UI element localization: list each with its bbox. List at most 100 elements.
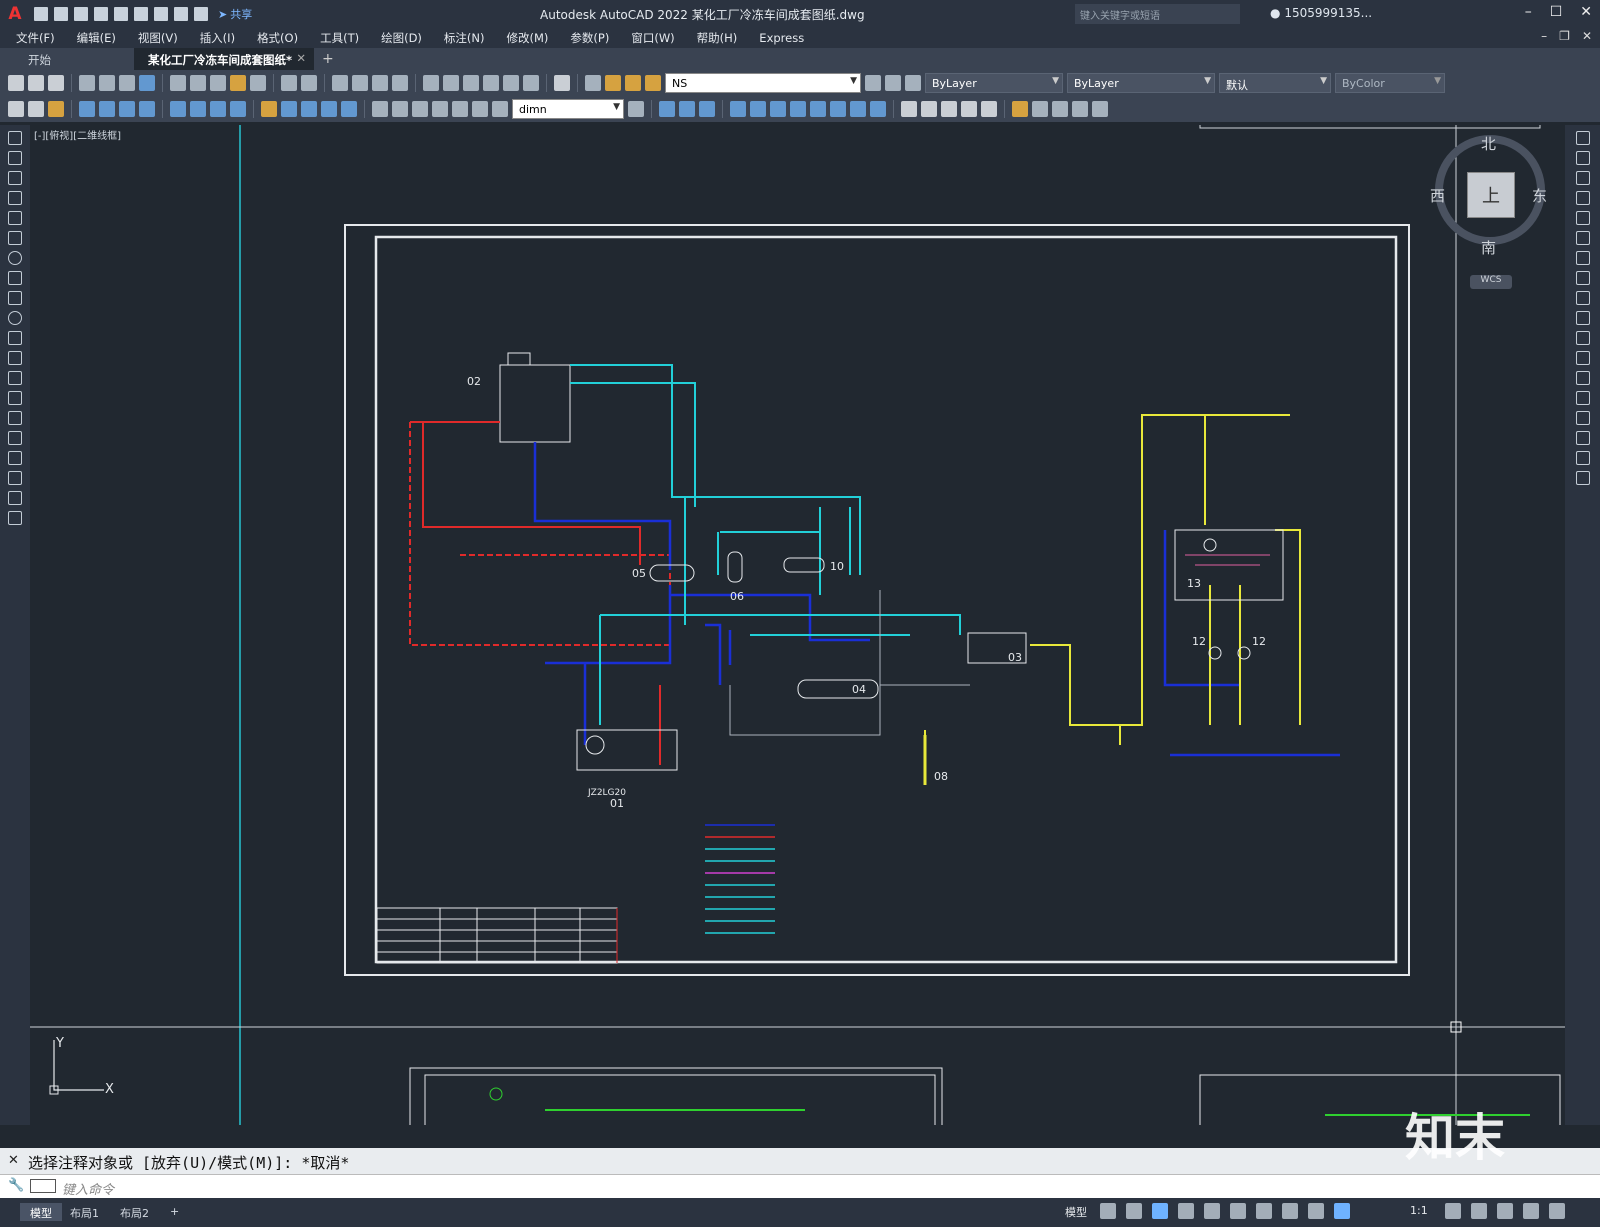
transparency-icon[interactable] bbox=[1308, 1203, 1324, 1219]
menu-express[interactable]: Express bbox=[759, 31, 804, 45]
lineweight-icon[interactable] bbox=[1282, 1203, 1298, 1219]
named-views-icon[interactable] bbox=[1052, 101, 1068, 117]
make-current-layer-icon[interactable] bbox=[865, 75, 881, 91]
tab-layout1[interactable]: 布局1 bbox=[60, 1203, 109, 1221]
doc-restore-icon[interactable]: ❐ bbox=[1559, 29, 1570, 43]
save-icon[interactable] bbox=[8, 101, 24, 117]
walk-icon[interactable] bbox=[1072, 101, 1088, 117]
make-block-icon[interactable] bbox=[8, 371, 22, 385]
insert-block-icon[interactable] bbox=[1012, 101, 1028, 117]
mirror-icon[interactable] bbox=[1575, 171, 1590, 185]
customize-icon[interactable]: 🔧 bbox=[8, 1178, 24, 1193]
polar-icon[interactable] bbox=[1178, 1203, 1194, 1219]
quick-dimension-icon[interactable] bbox=[261, 101, 277, 117]
color-select[interactable]: ByLayer ▼ bbox=[925, 73, 1063, 93]
match-properties-icon[interactable] bbox=[230, 75, 246, 91]
viewcube-top-face[interactable]: 上 bbox=[1467, 172, 1515, 218]
menu-dimension[interactable]: 标注(N) bbox=[444, 30, 485, 46]
lineweight-select[interactable]: 默认 ▼ bbox=[1219, 73, 1331, 93]
open-web-icon[interactable] bbox=[114, 7, 128, 21]
ucs-face-icon[interactable] bbox=[790, 101, 806, 117]
dimension-break-icon[interactable] bbox=[341, 101, 357, 117]
pan-icon[interactable] bbox=[332, 75, 348, 91]
ucs-previous-icon[interactable] bbox=[770, 101, 786, 117]
layer-lock-icon[interactable] bbox=[645, 75, 661, 91]
compass-east[interactable]: 东 bbox=[1532, 185, 1547, 206]
menu-file[interactable]: 文件(F) bbox=[16, 30, 55, 46]
tab-model[interactable]: 模型 bbox=[20, 1203, 62, 1221]
tab-layout2[interactable]: 布局2 bbox=[110, 1203, 159, 1221]
add-selected-icon[interactable] bbox=[8, 511, 22, 525]
baseline-dimension-icon[interactable] bbox=[281, 101, 297, 117]
insert-block-icon[interactable] bbox=[8, 351, 22, 365]
menu-help[interactable]: 帮助(H) bbox=[697, 30, 738, 46]
user-account[interactable]: ● 1505999135... bbox=[1270, 6, 1372, 20]
dimstyle-select[interactable]: dimn ▼ bbox=[512, 99, 624, 119]
object-snap-tracking-icon[interactable] bbox=[1230, 1203, 1246, 1219]
save-icon[interactable] bbox=[48, 75, 64, 91]
dimension-style-icon[interactable] bbox=[628, 101, 644, 117]
new-file-icon[interactable] bbox=[34, 7, 48, 21]
break-at-point-icon[interactable] bbox=[1575, 351, 1590, 365]
construction-line-icon[interactable] bbox=[8, 151, 22, 165]
wcs-menu[interactable]: WCS bbox=[1470, 275, 1512, 289]
scale-icon[interactable] bbox=[1575, 271, 1590, 285]
plotstyle-select[interactable]: ByColor ▼ bbox=[1335, 73, 1445, 93]
aligned-dimension-icon[interactable] bbox=[99, 101, 115, 117]
zoom-previous-icon[interactable] bbox=[392, 75, 408, 91]
center-mark-icon[interactable] bbox=[392, 101, 408, 117]
calculator-icon[interactable] bbox=[523, 75, 539, 91]
share-button[interactable]: ➤ 共享 bbox=[218, 6, 252, 22]
layer-freeze-icon[interactable] bbox=[625, 75, 641, 91]
layer-select[interactable]: NS ▼ bbox=[665, 73, 861, 93]
match-layer-icon[interactable] bbox=[48, 101, 64, 117]
dimension-space-icon[interactable] bbox=[321, 101, 337, 117]
ucs-world-icon[interactable] bbox=[750, 101, 766, 117]
extend-icon[interactable] bbox=[1575, 331, 1590, 345]
recent-commands-icon[interactable] bbox=[30, 1179, 56, 1193]
fillet-icon[interactable] bbox=[1575, 431, 1590, 445]
snap-icon[interactable] bbox=[1126, 1203, 1142, 1219]
menu-format[interactable]: 格式(O) bbox=[257, 30, 298, 46]
trim-icon[interactable] bbox=[1575, 311, 1590, 325]
copy-icon[interactable] bbox=[1575, 151, 1590, 165]
chamfer-icon[interactable] bbox=[1575, 411, 1590, 425]
layer-properties-icon[interactable] bbox=[585, 75, 601, 91]
menu-parametric[interactable]: 参数(P) bbox=[570, 30, 609, 46]
plot-icon[interactable] bbox=[79, 75, 95, 91]
explode-icon[interactable] bbox=[1575, 471, 1590, 485]
rectangle-icon[interactable] bbox=[8, 211, 22, 225]
clean-screen-icon[interactable] bbox=[1523, 1203, 1539, 1219]
3d-cone-icon[interactable] bbox=[699, 101, 715, 117]
save-as-icon[interactable] bbox=[94, 7, 108, 21]
ucs-icon[interactable] bbox=[730, 101, 746, 117]
compass-south[interactable]: 南 bbox=[1481, 237, 1496, 258]
redo-icon[interactable] bbox=[194, 7, 208, 21]
fly-icon[interactable] bbox=[1092, 101, 1108, 117]
save-web-icon[interactable] bbox=[134, 7, 148, 21]
angular-dimension-icon[interactable] bbox=[230, 101, 246, 117]
move-icon[interactable] bbox=[1575, 231, 1590, 245]
tab-document[interactable]: 某化工厂冷冻车间成套图纸* ✕ bbox=[134, 48, 314, 70]
maximize-icon[interactable]: ☐ bbox=[1550, 4, 1563, 20]
circle-icon[interactable] bbox=[8, 251, 22, 265]
add-layout-button[interactable]: + bbox=[160, 1203, 189, 1221]
layer-icon[interactable] bbox=[28, 101, 44, 117]
menu-draw[interactable]: 绘图(D) bbox=[381, 30, 422, 46]
drawing-canvas[interactable]: [-][俯视][二维线框] 02 05 06 10 03 04 JZ2LG20 … bbox=[30, 125, 1565, 1125]
design-center-icon[interactable] bbox=[443, 75, 459, 91]
diameter-dimension-icon[interactable] bbox=[210, 101, 226, 117]
ortho-icon[interactable] bbox=[1152, 1203, 1168, 1219]
dimension-text-edit-icon[interactable] bbox=[472, 101, 488, 117]
linetype-select[interactable]: ByLayer ▼ bbox=[1067, 73, 1215, 93]
search-input[interactable]: 键入关键字或短语 bbox=[1075, 4, 1240, 24]
camera-icon[interactable] bbox=[961, 101, 977, 117]
ordinate-dimension-icon[interactable] bbox=[139, 101, 155, 117]
visual-styles-icon[interactable] bbox=[981, 101, 997, 117]
ucs-origin-icon[interactable] bbox=[850, 101, 866, 117]
customization-icon[interactable] bbox=[1549, 1203, 1565, 1219]
ellipse-icon[interactable] bbox=[8, 311, 22, 325]
dimension-update-icon[interactable] bbox=[492, 101, 508, 117]
menu-view[interactable]: 视图(V) bbox=[138, 30, 178, 46]
save-icon[interactable] bbox=[74, 7, 88, 21]
